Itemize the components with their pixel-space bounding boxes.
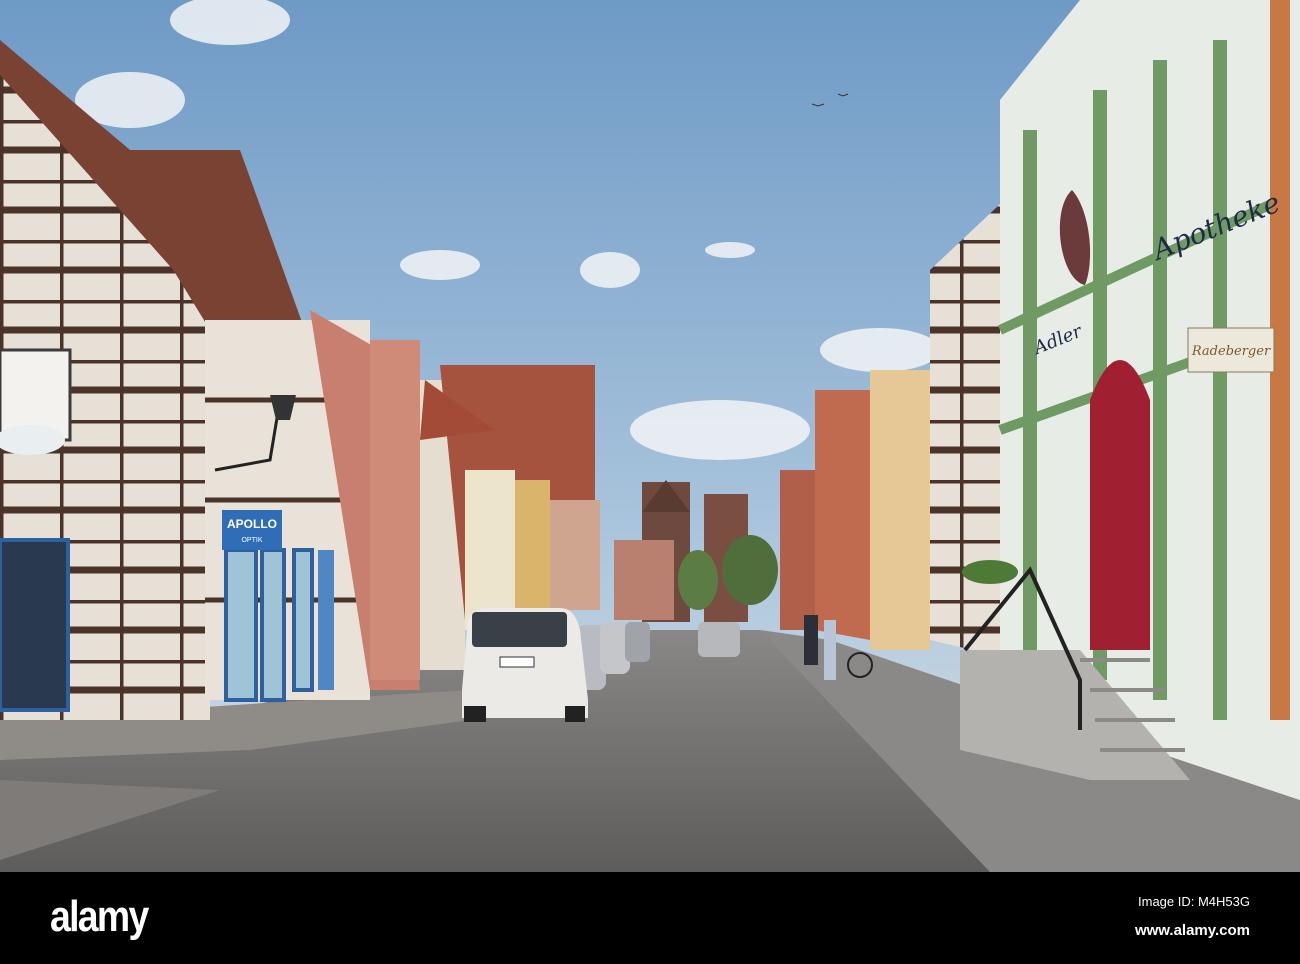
watermark-bar: alamy Image ID: M4H53G www.alamy.com bbox=[0, 872, 1300, 964]
image-id: Image ID: M4H53G bbox=[1138, 894, 1250, 909]
white-van bbox=[462, 608, 588, 722]
radeberger-sign-text: Radeberger bbox=[1191, 344, 1271, 359]
street-scene-photo: APOLLO OPTIK Apotheke Adler Radeberger bbox=[0, 0, 1300, 872]
watermark-url: www.alamy.com bbox=[1134, 922, 1250, 939]
svg-text:OPTIK: OPTIK bbox=[241, 537, 262, 544]
photo-frame: APOLLO OPTIK Apotheke Adler Radeberger a… bbox=[0, 0, 1300, 964]
apollo-sign-text: APOLLO bbox=[227, 517, 277, 531]
red-arched-door bbox=[1090, 360, 1150, 650]
alamy-logo: alamy bbox=[50, 892, 149, 941]
